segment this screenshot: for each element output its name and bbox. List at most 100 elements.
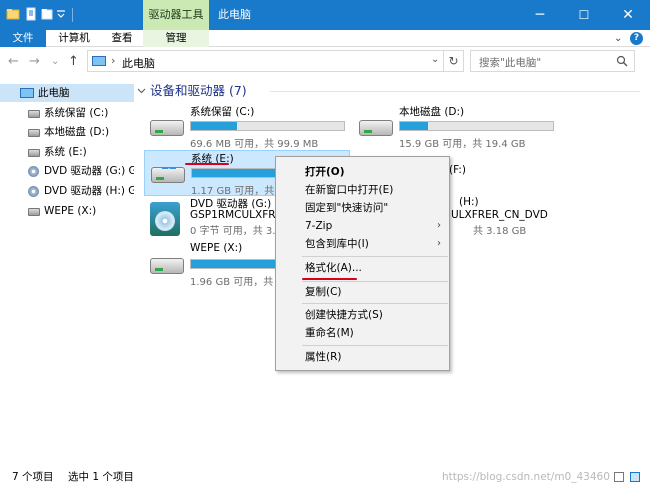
drive-icon: [28, 110, 40, 118]
menu-item-include-library[interactable]: 包含到库中(I) ›: [276, 235, 449, 253]
computer-icon: [92, 56, 106, 66]
drive-icon: [359, 120, 393, 136]
menu-item-label: 复制(C): [305, 286, 342, 298]
drive-capacity: 15.9 GB 可用，共 19.4 GB: [399, 139, 526, 150]
menu-item-label: 打开(O): [305, 166, 345, 178]
annotation-underline: [302, 278, 357, 280]
drive-usage-bar: [399, 121, 554, 131]
windows-drive-icon: [151, 167, 185, 183]
title-bar: 驱动器工具 此电脑 ─ ☐ ✕: [0, 0, 650, 30]
submenu-arrow-icon: ›: [437, 220, 441, 231]
breadcrumb-separator[interactable]: ›: [111, 54, 115, 67]
menu-item-label: 重命名(M): [305, 327, 354, 339]
menu-item-format[interactable]: 格式化(A)...: [276, 259, 449, 277]
large-icons-view-icon[interactable]: [630, 472, 640, 482]
section-devices-drives[interactable]: 设备和驱动器 (7): [150, 82, 247, 100]
nav-item-label: 此电脑: [38, 87, 70, 99]
address-dropdown-button[interactable]: ⌄: [431, 54, 439, 65]
forward-button[interactable]: →: [29, 54, 40, 70]
drive-volume-label: ULXFRER_CN_DVD: [451, 209, 548, 221]
menu-item-label: 格式化(A)...: [305, 262, 362, 274]
nav-item-this-pc[interactable]: 此电脑: [0, 84, 134, 102]
nav-item-label: WEPE (X:): [44, 205, 97, 217]
minimize-button[interactable]: ─: [518, 0, 562, 30]
drive-volume-label: GSP1RMCULXFRE: [190, 209, 283, 221]
close-button[interactable]: ✕: [606, 0, 650, 30]
item-count: 7 个项目: [12, 471, 54, 483]
menu-item-label: 7-Zip: [305, 220, 333, 232]
drive-usage-fill: [191, 260, 276, 268]
properties-icon[interactable]: [24, 7, 38, 21]
menu-item-label: 固定到"快速访问": [305, 202, 389, 214]
chevron-down-icon[interactable]: [137, 86, 146, 95]
titlebar-divider: [72, 8, 73, 22]
up-button[interactable]: ↑: [68, 54, 79, 70]
new-folder-icon[interactable]: [40, 7, 54, 21]
drive-name: 系统保留 (C:): [190, 106, 255, 118]
maximize-button[interactable]: ☐: [562, 0, 606, 30]
breadcrumb-this-pc[interactable]: 此电脑: [122, 55, 155, 71]
menu-item-open[interactable]: 打开(O): [276, 163, 449, 181]
nav-item-label: DVD 驱动器 (H:) G: [44, 185, 134, 197]
nav-item-dvd-h[interactable]: DVD 驱动器 (H:) G: [0, 182, 134, 200]
menu-item-properties[interactable]: 属性(R): [276, 348, 449, 366]
details-view-icon[interactable]: [614, 472, 624, 482]
dvd-icon: [150, 202, 180, 236]
drive-usage-fill: [191, 122, 237, 130]
menu-item-label: 属性(R): [305, 351, 342, 363]
menu-item-pin-quick-access[interactable]: 固定到"快速访问": [276, 199, 449, 217]
menu-separator: [302, 256, 448, 257]
drive-name: 本地磁盘 (D:): [399, 106, 465, 118]
expand-ribbon-button[interactable]: ⌄: [614, 30, 622, 47]
menu-item-create-shortcut[interactable]: 创建快捷方式(S): [276, 306, 449, 324]
navigation-pane: 此电脑 系统保留 (C:) 本地磁盘 (D:) 系统 (E:) DVD 驱动器 …: [0, 78, 134, 465]
ribbon-tabs: 文件 计算机 查看 管理 ⌄ ?: [0, 30, 650, 47]
customize-quick-access-icon[interactable]: [56, 7, 66, 21]
nav-item-drive-e[interactable]: 系统 (E:): [0, 143, 134, 161]
nav-item-drive-x[interactable]: WEPE (X:): [0, 202, 134, 220]
drive-usage-bar: [190, 121, 345, 131]
drive-name: (F:): [449, 164, 466, 176]
drive-capacity: 1.96 GB 可用，共: [190, 277, 274, 288]
drive-tile-c[interactable]: 系统保留 (C:) 69.6 MB 可用，共 99.9 MB: [144, 104, 354, 150]
menu-separator: [302, 303, 448, 304]
window-title: 此电脑: [218, 8, 251, 21]
menu-separator: [302, 281, 448, 282]
annotation-underline: [185, 163, 229, 165]
section-divider: [270, 91, 640, 92]
drive-icon: [28, 208, 40, 216]
nav-item-drive-d[interactable]: 本地磁盘 (D:): [0, 123, 134, 141]
drive-capacity: 1.17 GB 可用，共: [191, 186, 275, 197]
drive-name: (H:): [459, 196, 479, 208]
refresh-button[interactable]: ↻: [443, 50, 463, 72]
submenu-arrow-icon: ›: [437, 238, 441, 249]
nav-item-dvd-g[interactable]: DVD 驱动器 (G:) G: [0, 162, 134, 180]
drive-usage-fill: [400, 122, 428, 130]
search-placeholder: 搜索"此电脑": [479, 57, 542, 69]
nav-item-drive-c[interactable]: 系统保留 (C:): [0, 104, 134, 122]
address-bar[interactable]: › 此电脑 ⌄: [87, 50, 464, 72]
tab-manage[interactable]: 管理: [143, 30, 209, 47]
tab-computer[interactable]: 计算机: [50, 30, 98, 47]
drive-icon: [150, 258, 184, 274]
menu-item-rename[interactable]: 重命名(M): [276, 324, 449, 342]
help-button[interactable]: ?: [630, 32, 643, 45]
drive-tile-d[interactable]: 本地磁盘 (D:) 15.9 GB 可用，共 19.4 GB: [353, 104, 563, 150]
recent-locations-button[interactable]: ⌄: [51, 54, 59, 70]
tab-file[interactable]: 文件: [0, 30, 46, 47]
drive-tools-context-tab[interactable]: 驱动器工具: [143, 0, 209, 30]
explorer-window: 驱动器工具 此电脑 ─ ☐ ✕ 文件 计算机 查看 管理 ⌄ ? ← → ⌄ ↑…: [0, 0, 650, 486]
drive-capacity: 0 字节 可用，共 3.: [190, 226, 276, 237]
folder-icon[interactable]: [6, 7, 20, 21]
tab-view[interactable]: 查看: [102, 30, 142, 47]
drive-icon: [150, 120, 184, 136]
dvd-icon: [28, 166, 39, 177]
back-button[interactable]: ←: [8, 54, 19, 70]
menu-item-open-new-window[interactable]: 在新窗口中打开(E): [276, 181, 449, 199]
drive-capacity: 共 3.18 GB: [473, 226, 527, 237]
search-input[interactable]: 搜索"此电脑": [470, 50, 635, 72]
menu-item-copy[interactable]: 复制(C): [276, 283, 449, 301]
menu-item-label: 创建快捷方式(S): [305, 309, 383, 321]
menu-item-7zip[interactable]: 7-Zip ›: [276, 217, 449, 235]
computer-icon: [20, 88, 34, 98]
